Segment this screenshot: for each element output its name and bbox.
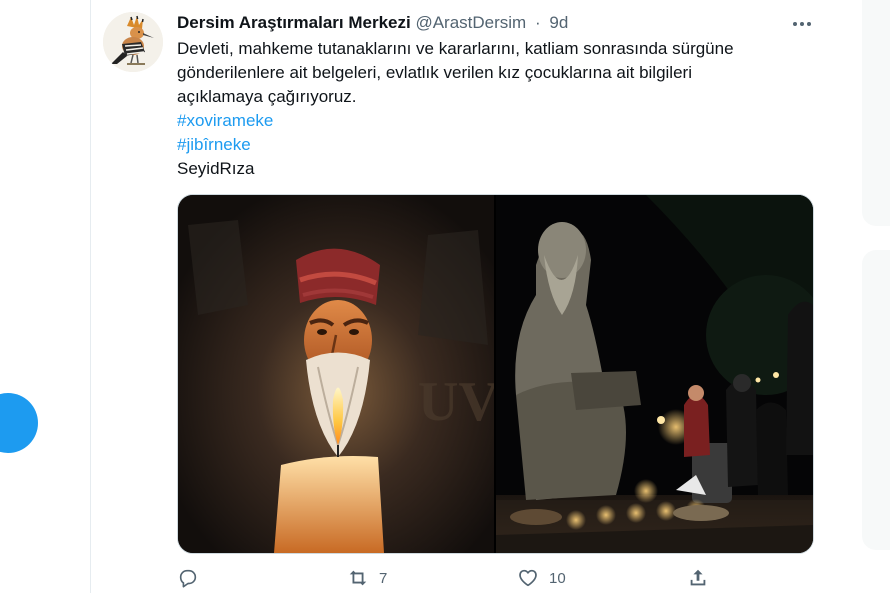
hashtag-link[interactable]: #jibîrneke xyxy=(177,133,817,157)
hoopoe-bird-icon xyxy=(103,12,163,72)
author-name[interactable]: Dersim Araştırmaları Merkezi xyxy=(177,13,411,32)
tweet-text: Devleti, mahkeme tutanaklarını ve kararl… xyxy=(177,37,817,181)
more-icon[interactable] xyxy=(791,14,815,34)
tweet-text-line: Devleti, mahkeme tutanaklarını ve kararl… xyxy=(177,39,734,58)
tweet-text-line: gönderilenlere ait belgeleri, evlatlık v… xyxy=(177,63,692,82)
tweet-media[interactable]: UV xyxy=(177,194,814,554)
left-sidebar xyxy=(0,0,90,593)
sidebar-panel xyxy=(862,0,890,226)
tweet-header: Dersim Araştırmaları Merkezi @ArastDersi… xyxy=(177,12,568,34)
heart-icon xyxy=(519,569,537,587)
reply-button[interactable] xyxy=(177,565,199,591)
tweet-text-line: açıklamaya çağırıyoruz. xyxy=(177,87,357,106)
like-count: 10 xyxy=(549,569,566,587)
like-button[interactable]: 10 xyxy=(517,565,566,591)
share-button[interactable] xyxy=(687,565,709,591)
share-icon xyxy=(690,569,706,586)
tweet-signature: SeyidRıza xyxy=(177,159,255,178)
retweet-icon xyxy=(349,570,367,586)
right-sidebar xyxy=(840,0,890,593)
retweet-button[interactable]: 7 xyxy=(347,565,387,591)
sidebar-panel xyxy=(862,250,890,550)
separator-dot: · xyxy=(534,13,541,32)
tweet-timestamp[interactable]: 9d xyxy=(549,13,568,32)
reply-icon xyxy=(179,569,197,588)
hashtag-link[interactable]: #xovirameke xyxy=(177,109,817,133)
author-handle[interactable]: @ArastDersim xyxy=(415,13,526,32)
candle-portrait-photo[interactable]: UV xyxy=(178,195,494,553)
tweet-actions: 7 10 xyxy=(177,565,807,591)
statue-vigil-photo[interactable] xyxy=(496,195,813,553)
compose-tweet-button[interactable] xyxy=(0,393,38,453)
svg-text:UV: UV xyxy=(418,371,494,433)
avatar[interactable] xyxy=(103,12,163,72)
timeline-feed: Dersim Araştırmaları Merkezi @ArastDersi… xyxy=(90,0,841,593)
retweet-count: 7 xyxy=(379,569,388,587)
